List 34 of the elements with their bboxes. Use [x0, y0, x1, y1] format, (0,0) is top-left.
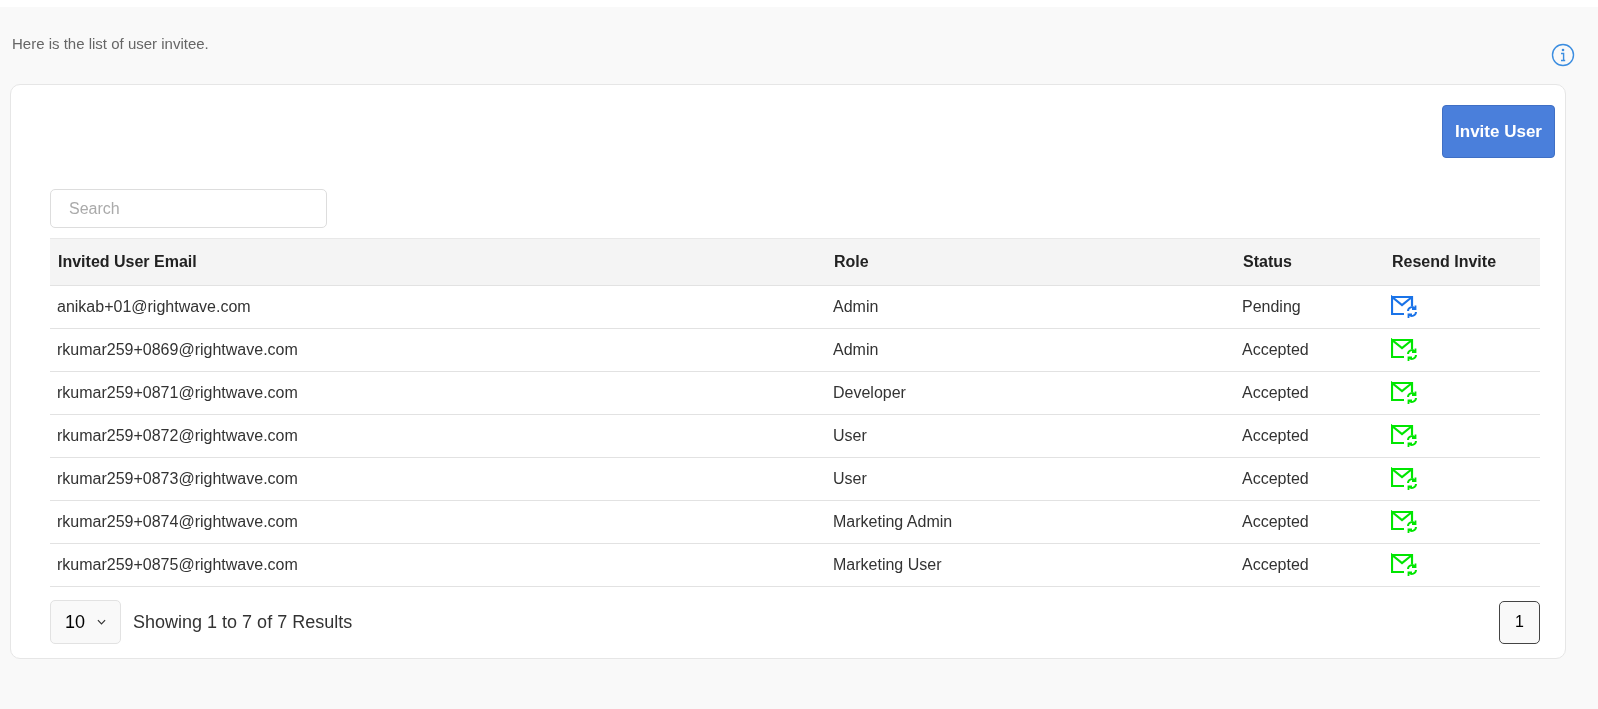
table-cell: rkumar259+0875@rightwave.com: [50, 543, 826, 587]
table-cell: Developer: [826, 371, 1235, 415]
page-button[interactable]: 1: [1499, 600, 1540, 644]
column-header: Resend Invite: [1384, 238, 1540, 286]
resend-mail-icon[interactable]: [1391, 295, 1419, 319]
column-header: Invited User Email: [50, 238, 826, 286]
intro-text: Here is the list of user invitee.: [12, 35, 209, 52]
table-cell: rkumar259+0871@rightwave.com: [50, 371, 826, 415]
table-cell: Accepted: [1235, 457, 1384, 501]
table-cell: Marketing Admin: [826, 500, 1235, 544]
table-cell: User: [826, 457, 1235, 501]
table-cell: rkumar259+0874@rightwave.com: [50, 500, 826, 544]
column-header: Status: [1235, 238, 1384, 286]
table-cell: Accepted: [1235, 371, 1384, 415]
invite-user-button[interactable]: Invite User: [1442, 105, 1555, 158]
column-header: Role: [826, 238, 1235, 286]
table-cell: Marketing User: [826, 543, 1235, 587]
table-cell: Admin: [826, 285, 1235, 329]
table-cell: User: [826, 414, 1235, 458]
results-summary: Showing 1 to 7 of 7 Results: [133, 611, 353, 633]
info-icon[interactable]: [1551, 42, 1575, 67]
table-cell: anikab+01@rightwave.com: [50, 285, 826, 329]
search-field[interactable]: Search: [50, 189, 327, 228]
table-cell: Accepted: [1235, 543, 1384, 587]
table-cell: Admin: [826, 328, 1235, 372]
chevron-down-icon: [97, 619, 107, 625]
page-size-dropdown[interactable]: 10: [50, 600, 122, 644]
table-cell: rkumar259+0872@rightwave.com: [50, 414, 826, 458]
table-cell: rkumar259+0869@rightwave.com: [50, 328, 826, 372]
table-cell: Pending: [1235, 285, 1384, 329]
table-cell: Accepted: [1235, 414, 1384, 458]
table-cell: Accepted: [1235, 328, 1384, 372]
table-cell: Accepted: [1235, 500, 1384, 544]
table-cell: rkumar259+0873@rightwave.com: [50, 457, 826, 501]
